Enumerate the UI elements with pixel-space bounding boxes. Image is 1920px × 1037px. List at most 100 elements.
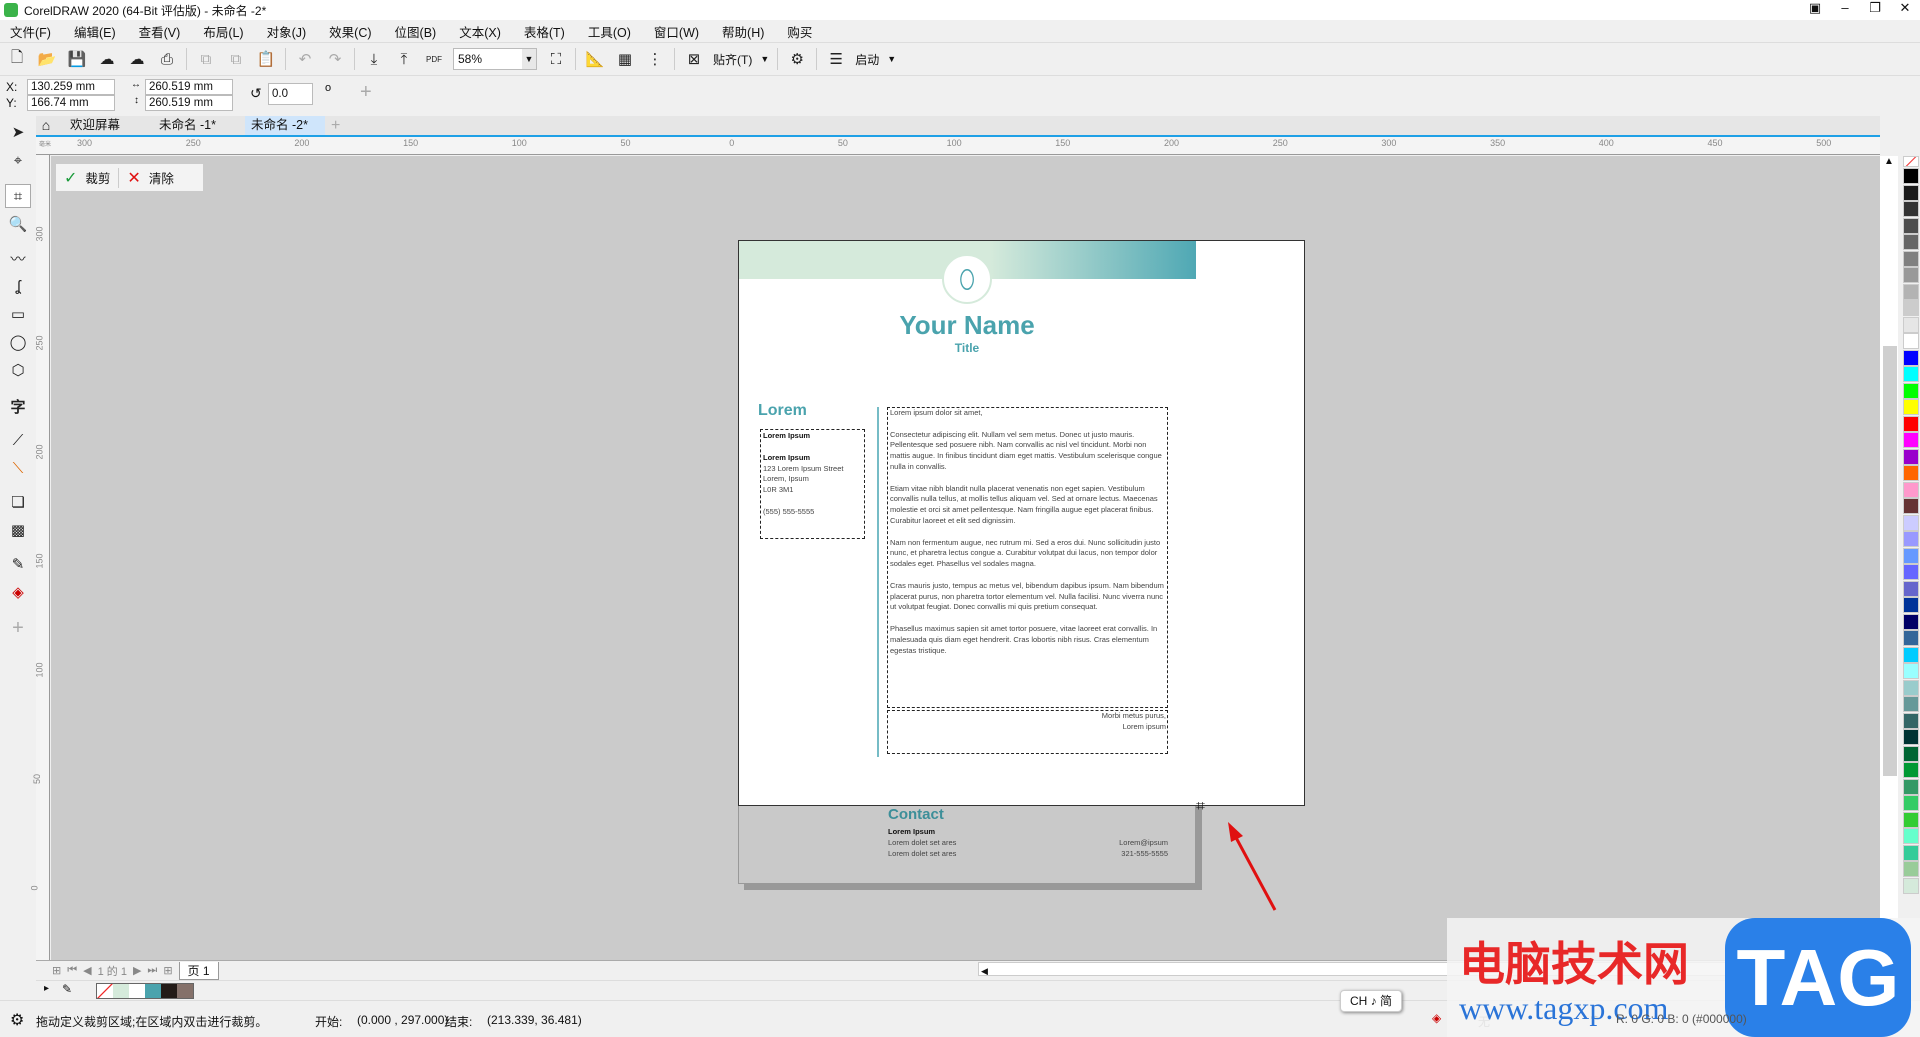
color-swatch[interactable] bbox=[1903, 762, 1919, 778]
height-field[interactable]: 260.519 mm bbox=[145, 95, 233, 111]
add-page-before-icon[interactable]: ⊞ bbox=[52, 964, 61, 977]
first-page-icon[interactable]: ⏮ bbox=[67, 964, 77, 977]
drop-shadow-tool-icon[interactable]: ❏ bbox=[5, 490, 31, 514]
color-swatch[interactable] bbox=[1903, 283, 1919, 300]
crop-clear-button[interactable]: ✕ 清除 bbox=[119, 168, 181, 188]
color-swatch[interactable] bbox=[1903, 729, 1919, 745]
document-color-swatch[interactable] bbox=[113, 984, 129, 998]
menu-view[interactable]: 查看(V) bbox=[139, 22, 181, 41]
zoom-level-select[interactable]: 58% ▼ bbox=[453, 48, 537, 70]
signoff-text-box[interactable]: Morbi metus purus, Lorem ipsum bbox=[887, 710, 1168, 754]
color-swatch[interactable] bbox=[1903, 630, 1919, 646]
color-swatch[interactable] bbox=[1903, 168, 1919, 184]
color-swatch[interactable] bbox=[1903, 250, 1919, 267]
new-document-icon[interactable]: 🗋 bbox=[6, 48, 28, 70]
status-gear-icon[interactable]: ⚙ bbox=[10, 1010, 24, 1030]
scroll-left-icon[interactable]: ◀ bbox=[979, 966, 988, 976]
interactive-fill-icon[interactable]: ◈ bbox=[5, 580, 31, 604]
rotation-angle-field[interactable]: 0.0 bbox=[268, 83, 313, 105]
minimize-button[interactable]: – bbox=[1830, 0, 1860, 16]
color-swatch[interactable] bbox=[1903, 382, 1919, 399]
crop-tool-icon[interactable]: ⌗ bbox=[5, 184, 31, 208]
color-eyedropper-icon[interactable]: ✎ bbox=[5, 552, 31, 576]
color-swatch[interactable] bbox=[1903, 646, 1919, 663]
ime-indicator[interactable]: CH ♪ 简 bbox=[1340, 990, 1402, 1012]
add-preset-icon[interactable]: + bbox=[360, 81, 372, 104]
letter-body-text-box[interactable]: Lorem ipsum dolor sit amet, Consectetur … bbox=[887, 407, 1168, 708]
transparency-tool-icon[interactable]: ▩ bbox=[5, 518, 31, 542]
no-color-swatch[interactable] bbox=[1903, 156, 1919, 167]
color-swatch[interactable] bbox=[1903, 448, 1919, 465]
zoom-tool-icon[interactable]: 🔍 bbox=[5, 212, 31, 236]
page-tab-1[interactable]: 页 1 bbox=[178, 961, 219, 980]
no-color-swatch[interactable] bbox=[97, 984, 113, 998]
crop-apply-button[interactable]: ✓ 裁剪 bbox=[56, 167, 120, 188]
color-swatch[interactable] bbox=[1903, 663, 1919, 679]
color-swatch[interactable] bbox=[1903, 201, 1919, 217]
resume-document[interactable]: ⬯ Your Name Title Lorem Lorem Ipsum Lore… bbox=[738, 240, 1196, 884]
print-icon[interactable]: ⎙ bbox=[156, 48, 178, 70]
document-color-swatch[interactable] bbox=[129, 984, 145, 998]
import-icon[interactable]: ⤓ bbox=[363, 48, 385, 70]
color-swatch[interactable] bbox=[1903, 267, 1919, 283]
color-swatch[interactable] bbox=[1903, 580, 1919, 597]
menu-bitmaps[interactable]: 位图(B) bbox=[395, 22, 437, 41]
document-color-swatch[interactable] bbox=[177, 984, 193, 998]
freehand-tool-icon[interactable]: 〰 bbox=[5, 246, 31, 270]
color-swatch[interactable] bbox=[1903, 778, 1919, 795]
menu-layout[interactable]: 布局(L) bbox=[203, 22, 243, 41]
tab-untitled-2[interactable]: 未命名 -2* bbox=[245, 116, 325, 135]
launch-dropdown[interactable]: 启动 bbox=[855, 51, 879, 68]
menu-edit[interactable]: 编辑(E) bbox=[74, 22, 116, 41]
color-swatch[interactable] bbox=[1903, 679, 1919, 696]
restore-button[interactable]: ❐ bbox=[1860, 0, 1890, 16]
cut-icon[interactable]: ⧉ bbox=[195, 48, 217, 70]
show-grid-icon[interactable]: ▦ bbox=[614, 48, 636, 70]
copy-icon[interactable]: ⧉ bbox=[225, 48, 247, 70]
menu-table[interactable]: 表格(T) bbox=[524, 22, 565, 41]
shape-tool-icon[interactable]: ⌖ bbox=[5, 148, 31, 172]
color-swatch[interactable] bbox=[1903, 349, 1919, 366]
paste-icon[interactable]: 📋 bbox=[255, 48, 277, 70]
artistic-media-tool-icon[interactable]: ʆ bbox=[5, 274, 31, 298]
rectangle-tool-icon[interactable]: ▭ bbox=[5, 302, 31, 326]
color-swatch[interactable] bbox=[1903, 514, 1919, 531]
menu-help[interactable]: 帮助(H) bbox=[722, 22, 764, 41]
color-swatch[interactable] bbox=[1903, 316, 1919, 333]
dimension-tool-icon[interactable]: ⟋ bbox=[5, 428, 31, 452]
color-swatch[interactable] bbox=[1903, 877, 1919, 894]
menu-window[interactable]: 窗口(W) bbox=[654, 22, 699, 41]
width-field[interactable]: 260.519 mm bbox=[145, 79, 233, 95]
x-position-field[interactable]: 130.259 mm bbox=[27, 79, 115, 95]
text-tool-icon[interactable]: 字 bbox=[5, 394, 31, 418]
color-swatch[interactable] bbox=[1903, 498, 1919, 514]
menu-file[interactable]: 文件(F) bbox=[10, 22, 51, 41]
menu-text[interactable]: 文本(X) bbox=[459, 22, 501, 41]
color-swatch[interactable] bbox=[1903, 399, 1919, 415]
color-swatch[interactable] bbox=[1903, 217, 1919, 234]
color-swatch[interactable] bbox=[1903, 564, 1919, 580]
horizontal-ruler[interactable]: 300 250 200 150 100 50 0 50 100 150 200 250 300 350 40… bbox=[36, 137, 1880, 155]
cloud-upload-icon[interactable]: ☁ bbox=[126, 48, 148, 70]
color-swatch[interactable] bbox=[1903, 696, 1919, 712]
color-swatch[interactable] bbox=[1903, 795, 1919, 811]
vertical-ruler[interactable]: 300 250 200 150 100 50 0 bbox=[30, 155, 50, 960]
menu-buy[interactable]: 购买 bbox=[787, 22, 812, 41]
undo-icon[interactable]: ↶ bbox=[294, 48, 316, 70]
color-swatch[interactable] bbox=[1903, 333, 1919, 349]
redo-icon[interactable]: ↷ bbox=[324, 48, 346, 70]
color-swatch[interactable] bbox=[1903, 300, 1919, 316]
pick-tool-icon[interactable]: ➤ bbox=[5, 120, 31, 144]
color-swatch[interactable] bbox=[1903, 531, 1919, 547]
show-guidelines-icon[interactable]: ⋮ bbox=[644, 48, 666, 70]
color-swatch[interactable] bbox=[1903, 861, 1919, 877]
color-swatch[interactable] bbox=[1903, 184, 1919, 201]
color-swatch[interactable] bbox=[1903, 366, 1919, 382]
scrollbar-thumb[interactable] bbox=[1883, 346, 1897, 776]
cloud-download-icon[interactable]: ☁ bbox=[96, 48, 118, 70]
connector-tool-icon[interactable]: ⟍ bbox=[5, 456, 31, 480]
snap-to-dropdown[interactable]: 贴齐(T) bbox=[713, 51, 752, 68]
tab-welcome-screen[interactable]: 欢迎屏幕 bbox=[66, 116, 124, 135]
next-page-icon[interactable]: ▶ bbox=[133, 964, 141, 977]
document-color-swatch[interactable] bbox=[161, 984, 177, 998]
